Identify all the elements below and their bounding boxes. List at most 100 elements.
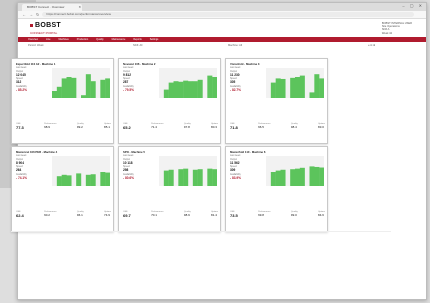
chart-bar bbox=[85, 74, 91, 98]
chart-bar bbox=[178, 169, 184, 186]
machine-card[interactable]: Mastercut 106 PER · Machine 4 Last week … bbox=[11, 146, 114, 232]
nav-item[interactable]: Production bbox=[77, 38, 88, 41]
machine-filter[interactable]: Machine: All bbox=[228, 44, 242, 47]
card-title[interactable]: Masterfold 110 · Machine 6 bbox=[230, 150, 323, 154]
logo-text: BOBST bbox=[35, 22, 61, 29]
machine-card[interactable]: Expertfold 110 A2 · Machine 1 Last week … bbox=[11, 58, 114, 144]
card-footer: OEE 73.5 Performance 69.8 Quality 99.0 Upti… bbox=[230, 209, 325, 218]
kpi-value: 69.7 bbox=[123, 213, 131, 218]
chart-bar bbox=[76, 173, 82, 186]
chart-bar bbox=[66, 77, 72, 98]
chart-bar bbox=[197, 169, 203, 186]
chart-bar bbox=[90, 174, 96, 186]
machine-card[interactable]: SPO · Machine 5 Last week Output 10 118 S… bbox=[118, 146, 221, 232]
chart-bar bbox=[168, 169, 174, 186]
production-chart bbox=[52, 68, 110, 98]
card-title[interactable]: SPO · Machine 5 bbox=[123, 150, 216, 154]
reload-icon[interactable]: ↻ bbox=[36, 12, 39, 17]
chart-bar bbox=[56, 86, 62, 98]
kpi-value: 83.0 bbox=[318, 125, 324, 129]
nav-item[interactable]: Machines bbox=[59, 38, 69, 41]
forward-icon[interactable]: → bbox=[29, 12, 33, 17]
kpi-value: 70.1 bbox=[151, 213, 157, 217]
kpi-quality: Quality 96.1 bbox=[77, 211, 84, 218]
back-icon[interactable]: ← bbox=[22, 12, 26, 17]
kpi-value: 73.5 bbox=[230, 213, 238, 218]
card-footer: OEE 62.4 Performance 60.2 Quality 96.1 Upti… bbox=[16, 209, 111, 218]
view-toggle-icons[interactable]: ≡ ⊟ ⊞ bbox=[368, 44, 375, 47]
card-title[interactable]: Visionfold · Machine 3 bbox=[230, 62, 323, 66]
chart-bar bbox=[178, 81, 184, 98]
chart-bar bbox=[295, 77, 301, 98]
browser-tab[interactable]: BOBST Connect · Overview ✕ bbox=[22, 4, 82, 11]
chart-bar bbox=[212, 169, 217, 186]
kpi-quality: Quality 99.2 bbox=[77, 123, 84, 130]
kpi-value: 99.0 bbox=[290, 213, 297, 217]
chart-bar bbox=[280, 169, 286, 186]
chart-bar bbox=[299, 75, 305, 98]
machine-card[interactable]: Novacut 106 · Machine 2 Last week Output… bbox=[118, 58, 221, 144]
kpi-value: 77.3 bbox=[16, 125, 24, 130]
period-filter[interactable]: Period: Week bbox=[28, 44, 44, 47]
chart-bar bbox=[192, 81, 198, 98]
chart-bar bbox=[207, 168, 213, 186]
address-bar: ← → ↻ https://connect.bobst.com/performa… bbox=[18, 11, 426, 19]
chart-bar bbox=[188, 81, 194, 98]
shift-filter[interactable]: Shift: All bbox=[133, 44, 142, 47]
production-chart bbox=[52, 156, 110, 186]
machine-card[interactable]: Visionfold · Machine 3 Last week Output 1… bbox=[225, 58, 328, 144]
card-title[interactable]: Novacut 106 · Machine 2 bbox=[123, 62, 216, 66]
chart-bar bbox=[319, 167, 324, 186]
nav-item[interactable]: Overview bbox=[28, 38, 38, 41]
chart-bar bbox=[81, 95, 87, 98]
chart-bar bbox=[105, 172, 110, 186]
logo-mark bbox=[30, 23, 33, 27]
app-subtitle: CONNECT PORTAL bbox=[30, 31, 58, 35]
kpi-oee: OEE 71.8 bbox=[230, 123, 238, 130]
nav-item[interactable]: Quality bbox=[96, 38, 103, 41]
chart-bar bbox=[61, 78, 67, 98]
window-controls[interactable]: ‒ ▢ ✕ bbox=[402, 3, 424, 8]
kpi-value: 98.4 bbox=[290, 125, 297, 129]
kpi-performance: Performance 69.8 bbox=[258, 211, 271, 218]
card-footer: OEE 65.2 Performance 71.4 Quality 97.8 Upti… bbox=[123, 121, 218, 130]
chart-bar bbox=[314, 74, 320, 98]
chart-bar bbox=[105, 78, 110, 98]
kpi-quality: Quality 98.9 bbox=[184, 211, 191, 218]
chart-bar bbox=[192, 169, 198, 186]
chart-bar bbox=[207, 75, 213, 98]
chart-bar bbox=[270, 82, 276, 98]
nav-item[interactable]: Settings bbox=[150, 38, 159, 41]
kpi-uptime: Uptime 83.0 bbox=[318, 123, 325, 130]
kpi-oee: OEE 69.7 bbox=[123, 211, 131, 218]
chart-bar bbox=[52, 91, 58, 98]
kpi-uptime: Uptime 74.9 bbox=[104, 211, 111, 218]
card-title[interactable]: Mastercut 106 PER · Machine 4 bbox=[16, 150, 109, 154]
card-footer: OEE 69.7 Performance 70.1 Quality 98.9 Upti… bbox=[123, 209, 218, 218]
nav-item[interactable]: Reports bbox=[133, 38, 141, 41]
chart-bar bbox=[295, 168, 301, 186]
nav-item[interactable]: Line bbox=[46, 38, 51, 41]
nav-item[interactable]: Maintenance bbox=[112, 38, 126, 41]
bobst-logo[interactable]: BOBST bbox=[30, 22, 61, 29]
kpi-performance: Performance 60.2 bbox=[44, 211, 57, 218]
chart-bar bbox=[163, 170, 169, 186]
machine-card[interactable]: Masterfold 110 · Machine 6 Last week Out… bbox=[225, 146, 328, 232]
production-chart bbox=[159, 156, 217, 186]
chart-bar bbox=[280, 78, 286, 98]
kpi-quality: Quality 97.8 bbox=[184, 123, 191, 130]
kpi-value: 74.9 bbox=[104, 213, 110, 217]
chart-bar bbox=[56, 176, 62, 186]
chart-bar bbox=[173, 81, 179, 98]
url-field[interactable]: https://connect.bobst.com/performance/ov… bbox=[42, 12, 414, 17]
kpi-oee: OEE 65.2 bbox=[123, 123, 131, 130]
kpi-value: 65.2 bbox=[123, 125, 131, 130]
chart-bar bbox=[275, 170, 281, 186]
close-icon[interactable]: ✕ bbox=[78, 4, 81, 11]
kpi-quality: Quality 99.0 bbox=[291, 211, 298, 218]
card-title[interactable]: Expertfold 110 A2 · Machine 1 bbox=[16, 62, 109, 66]
chart-bar bbox=[309, 92, 315, 98]
user-info: BOBST INTERNAL USER Site Operations Shif… bbox=[382, 22, 412, 35]
kpi-value: 62.4 bbox=[16, 213, 24, 218]
kpi-value: 60.2 bbox=[44, 213, 50, 217]
